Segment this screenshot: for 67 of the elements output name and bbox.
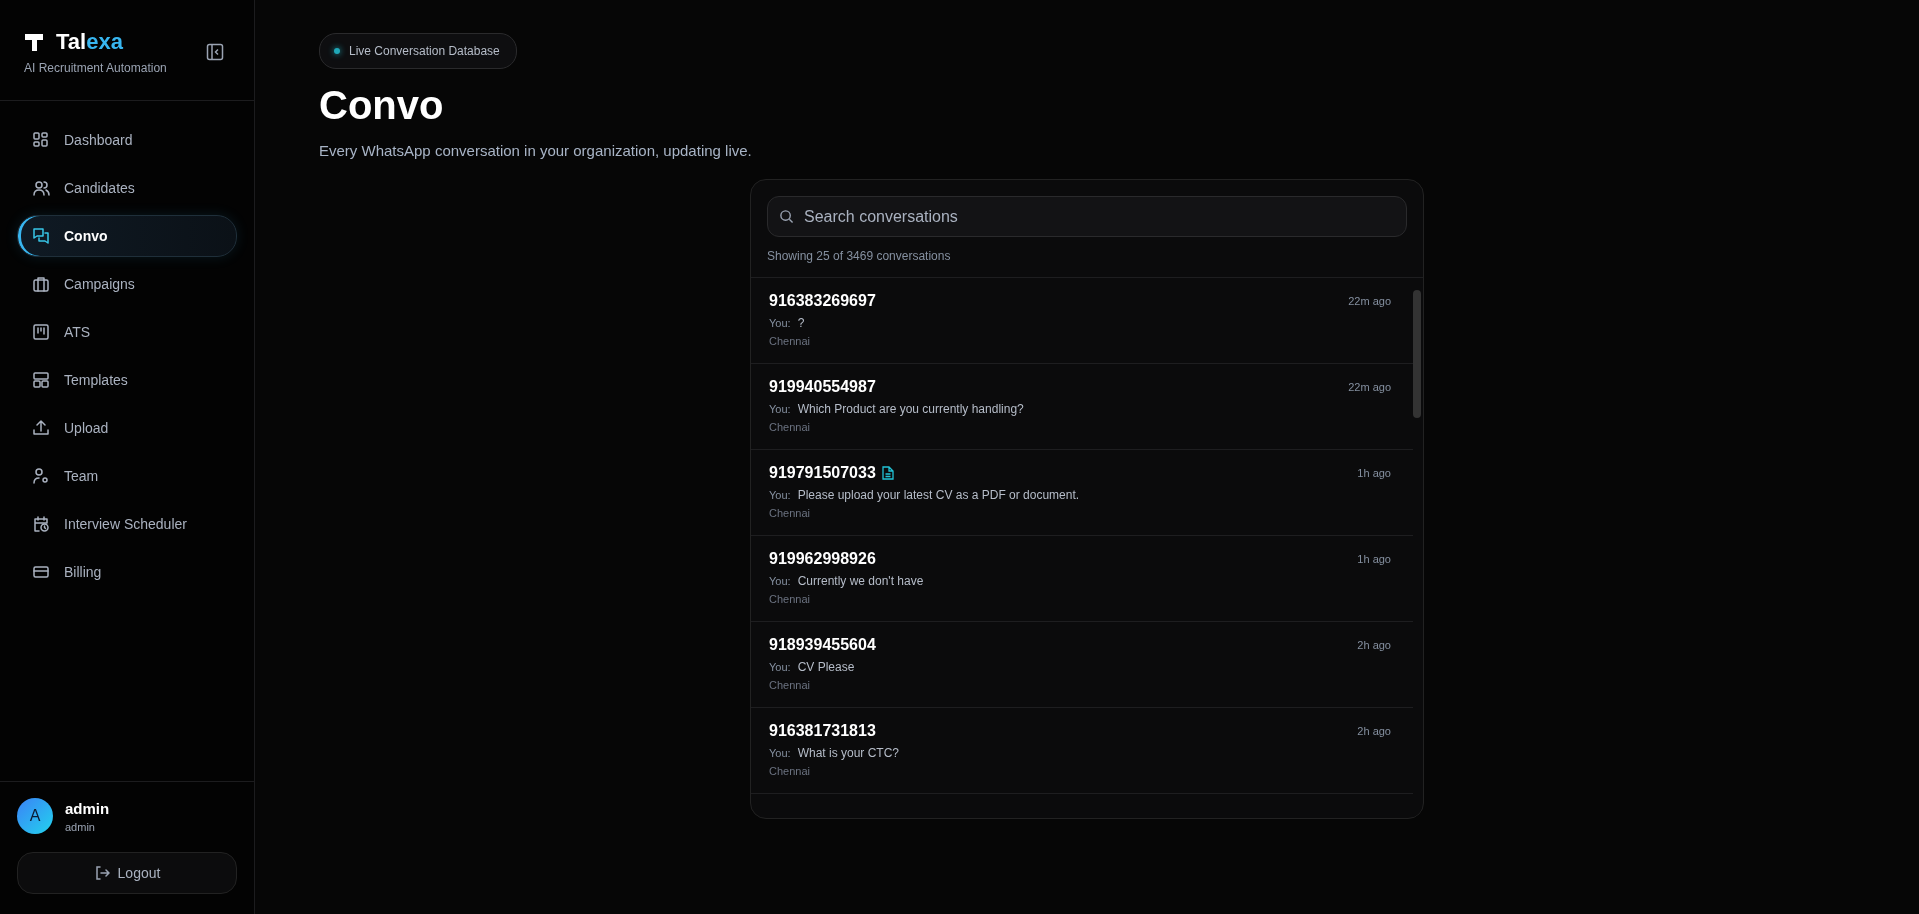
- brand-tagline: AI Recruitment Automation: [24, 61, 167, 75]
- message-preview: Which Product are you currently handling?: [797, 402, 1024, 416]
- page-title: Convo: [319, 83, 444, 128]
- status-dot-icon: [334, 48, 340, 54]
- dashboard-icon: [32, 131, 50, 149]
- timestamp: 1h ago: [1357, 553, 1391, 565]
- sender-label: You:: [769, 317, 791, 329]
- search-field[interactable]: Search conversations: [767, 196, 1407, 237]
- timestamp: 1h ago: [1357, 467, 1391, 479]
- message-preview: ?: [797, 316, 805, 330]
- message-preview: Currently we don't have: [797, 574, 924, 588]
- user-role: admin: [65, 820, 96, 833]
- nav-item[interactable]: Convo: [17, 215, 237, 257]
- user-avatar: A: [17, 798, 53, 834]
- conversation-row[interactable]: 919791507033 1h ago You: Please upload your latest CV as a PDF or document. Chennai: [751, 450, 1413, 536]
- result-count: Showing 25 of 3469 conversations: [767, 249, 952, 263]
- location-label: Chennai: [769, 507, 811, 519]
- message-preview: What is your CTC?: [797, 746, 899, 760]
- nav-item[interactable]: Interview Scheduler: [17, 503, 237, 545]
- phone-number: 919962998926: [769, 550, 876, 568]
- message-preview: CV Please: [797, 660, 855, 674]
- upload-icon: [32, 419, 50, 437]
- nav-item[interactable]: Candidates: [17, 167, 237, 209]
- document-icon: [881, 466, 894, 480]
- location-label: Chennai: [769, 335, 811, 347]
- briefcase-icon: [32, 275, 50, 293]
- page-subtitle: Every WhatsApp conversation in your organization, updating live.: [319, 142, 752, 159]
- board-icon: [32, 323, 50, 341]
- chat-icon: [32, 227, 50, 245]
- nav-item[interactable]: Campaigns: [17, 263, 237, 305]
- timestamp: 22m ago: [1348, 381, 1391, 393]
- users-icon: [32, 179, 50, 197]
- timestamp: 2h ago: [1357, 725, 1391, 737]
- nav-item[interactable]: Upload: [17, 407, 237, 449]
- sender-label: You:: [769, 747, 791, 759]
- user-gear-icon: [32, 467, 50, 485]
- phone-number: 918939455604: [769, 636, 876, 654]
- phone-number: 916383269697: [769, 292, 876, 310]
- card-icon: [32, 563, 50, 581]
- message-preview: Please upload your latest CV as a PDF or document.: [797, 488, 1080, 502]
- brand-name: Talexa: [56, 29, 123, 55]
- phone-number: 916381731813: [769, 722, 876, 740]
- nav-item[interactable]: Dashboard: [17, 119, 237, 161]
- sender-label: You:: [769, 403, 791, 415]
- logout-icon: [93, 865, 110, 881]
- logo-icon: [24, 32, 44, 52]
- location-label: Chennai: [769, 679, 811, 691]
- timestamp: 22m ago: [1348, 295, 1391, 307]
- layout-icon: [32, 371, 50, 389]
- location-label: Chennai: [769, 593, 811, 605]
- calendar-clock-icon: [32, 515, 50, 533]
- nav-item[interactable]: Templates: [17, 359, 237, 401]
- location-label: Chennai: [769, 765, 811, 777]
- nav-item[interactable]: Team: [17, 455, 237, 497]
- phone-number: 919791507033: [769, 464, 876, 482]
- phone-number: 919940554987: [769, 378, 876, 396]
- badge-label: Live Conversation Database: [349, 44, 500, 58]
- logout-button[interactable]: Logout: [17, 852, 237, 894]
- sender-label: You:: [769, 489, 791, 501]
- nav-item[interactable]: Billing: [17, 551, 237, 593]
- timestamp: 2h ago: [1357, 639, 1391, 651]
- collapse-sidebar-icon[interactable]: [206, 43, 224, 61]
- user-name: admin: [65, 799, 110, 817]
- sender-label: You:: [769, 575, 791, 587]
- nav-item[interactable]: ATS: [17, 311, 237, 353]
- location-label: Chennai: [769, 421, 811, 433]
- sender-label: You:: [769, 661, 791, 673]
